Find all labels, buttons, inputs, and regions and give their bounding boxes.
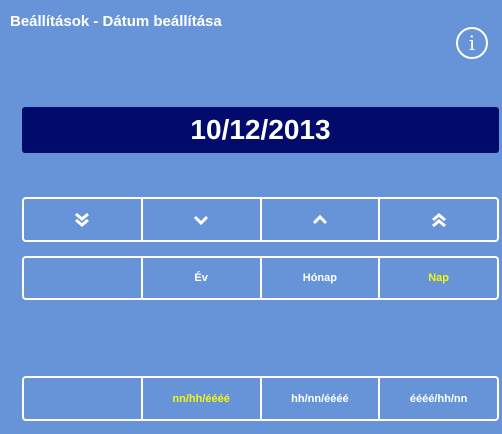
day-button[interactable]: Nap <box>378 258 497 298</box>
double-chevron-up-icon <box>431 212 446 227</box>
page-title: Beállítások - Dátum beállítása <box>10 13 222 30</box>
format-yyyy-mm-dd-button[interactable]: éééé/hh/nn <box>378 378 497 419</box>
format-button-row: nn/hh/éééé hh/nn/éééé éééé/hh/nn <box>22 376 499 421</box>
month-button[interactable]: Hónap <box>259 258 379 298</box>
format-mm-dd-yyyy-button[interactable]: hh/nn/éééé <box>259 378 379 419</box>
chevron-down-icon <box>194 215 209 225</box>
info-button[interactable]: i <box>456 27 488 59</box>
info-icon: i <box>468 31 476 55</box>
date-settings-screen: Beállítások - Dátum beállítása i 10/12/2… <box>0 0 502 434</box>
field-button-empty[interactable] <box>24 258 141 298</box>
double-chevron-down-icon <box>75 212 90 227</box>
chevron-up-icon <box>312 214 327 224</box>
arrow-button-row <box>22 197 499 242</box>
date-display: 10/12/2013 <box>22 107 499 153</box>
format-button-empty[interactable] <box>24 378 141 419</box>
increase-button[interactable] <box>259 199 379 240</box>
field-button-row: Év Hónap Nap <box>22 256 499 300</box>
fast-decrease-button[interactable] <box>24 199 141 240</box>
year-button[interactable]: Év <box>140 258 260 298</box>
decrease-button[interactable] <box>140 199 260 240</box>
fast-increase-button[interactable] <box>378 199 497 240</box>
format-dd-mm-yyyy-button[interactable]: nn/hh/éééé <box>140 378 260 419</box>
